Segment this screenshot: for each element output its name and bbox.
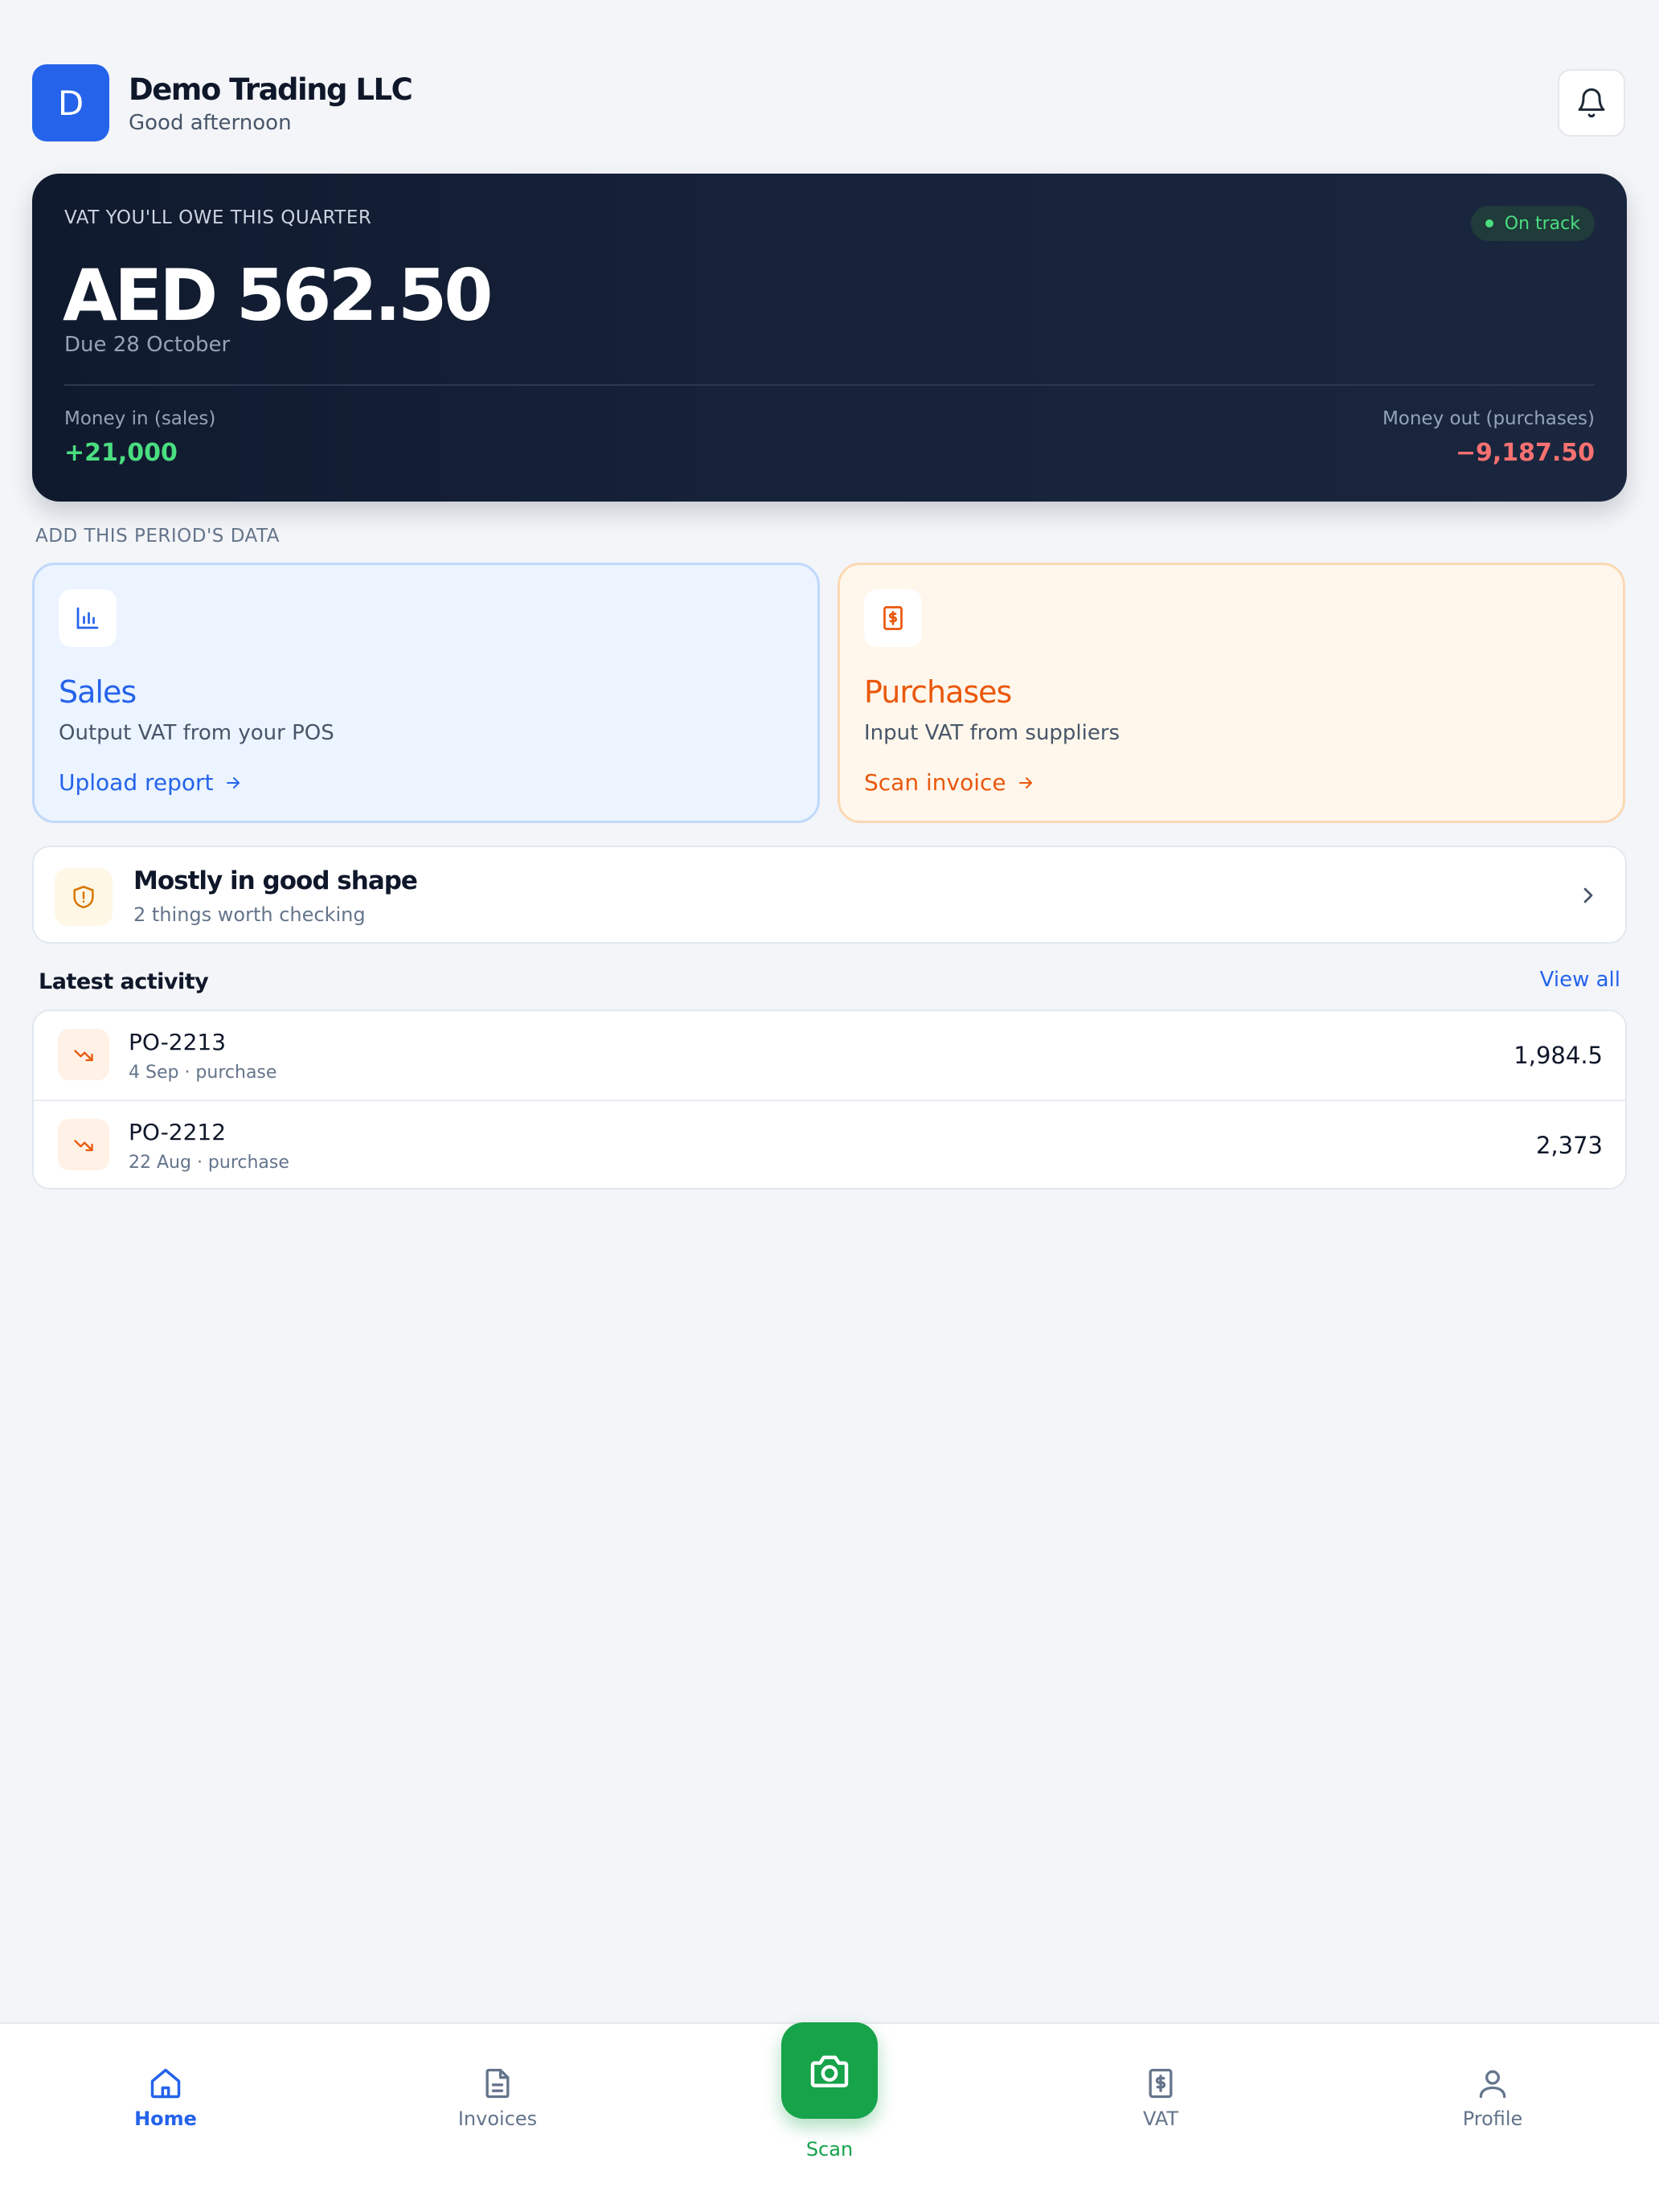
activity-list: PO-2213 4 Sep · purchase 1,984.5 PO-2212… [32,1010,1627,1190]
notifications-button[interactable] [1558,69,1625,137]
view-all-link[interactable]: View all [1540,968,1620,992]
health-check-row[interactable]: Mostly in good shape 2 things worth chec… [32,846,1627,944]
activity-id: PO-2213 [129,1029,227,1055]
vat-card-label: VAT YOU'LL OWE THIS QUARTER [64,207,372,228]
sales-subtitle: Output VAT from your POS [59,721,334,745]
receipt-icon [883,606,903,630]
money-in-label: Money in (sales) [64,408,216,429]
purchases-subtitle: Input VAT from suppliers [864,721,1120,745]
divider [64,384,1595,386]
nav-vat-label: VAT [1142,2108,1179,2130]
health-title: Mostly in good shape [133,866,418,895]
section-title-add-data: ADD THIS PERIOD'S DATA [35,526,280,547]
nav-invoices[interactable]: Invoices [417,2066,578,2130]
scan-invoice-link[interactable]: Scan invoice [864,769,1035,796]
vat-due-date: Due 28 October [64,333,231,357]
upload-report-link[interactable]: Upload report [59,769,243,796]
arrow-right-icon [226,776,240,789]
activity-meta: 4 Sep · purchase [129,1063,277,1083]
latest-activity-heading: Latest activity [39,969,209,994]
nav-vat[interactable]: VAT [1080,2066,1241,2130]
bar-chart-icon [76,607,99,629]
list-item[interactable]: PO-2213 4 Sep · purchase 1,984.5 [34,1011,1625,1100]
purchases-icon-tile [864,589,922,647]
activity-meta: 22 Aug · purchase [129,1153,289,1173]
chevron-right-icon [1583,887,1593,903]
activity-amount: 2,373 [1535,1132,1603,1159]
money-in-value: +21,000 [64,439,178,467]
nav-profile-label: Profile [1462,2108,1523,2130]
sales-icon-tile [59,589,117,647]
money-out-label: Money out (purchases) [1382,408,1595,429]
status-badge-label: On track [1504,213,1580,234]
greeting-text: Good afternoon [129,111,292,135]
trend-down-icon [74,1050,93,1062]
vat-amount: AED 562.50 [63,254,493,337]
receipt-dollar-icon [1149,2068,1173,2099]
status-badge: On track [1470,206,1595,241]
home-icon [150,2068,181,2099]
status-dot-icon [1485,219,1493,227]
nav-profile[interactable]: Profile [1412,2066,1573,2130]
trend-down-icon-tile [58,1119,109,1170]
health-icon-tile [55,868,113,926]
nav-home-label: Home [134,2108,197,2130]
activity-id: PO-2212 [129,1119,227,1145]
activity-amount: 1,984.5 [1514,1042,1603,1069]
purchases-card[interactable]: Purchases Input VAT from suppliers Scan … [838,563,1625,823]
purchases-title: Purchases [864,674,1012,710]
nav-invoices-label: Invoices [457,2108,538,2130]
bell-icon [1578,88,1605,118]
health-subtitle: 2 things worth checking [133,903,366,926]
list-item[interactable]: PO-2212 22 Aug · purchase 2,373 [34,1100,1625,1188]
scan-button[interactable] [781,2022,878,2119]
scan-label: Scan [805,2138,854,2161]
camera-icon [810,2055,849,2087]
vat-summary-card[interactable]: VAT YOU'LL OWE THIS QUARTER On track AED… [32,174,1627,502]
shield-alert-icon [73,885,94,909]
company-name: Demo Trading LLC [129,72,413,107]
arrow-right-icon [1018,776,1032,789]
scan-invoice-label: Scan invoice [864,769,1006,796]
document-icon [485,2068,510,2099]
sales-title: Sales [59,674,137,710]
nav-home[interactable]: Home [85,2066,246,2130]
sales-card[interactable]: Sales Output VAT from your POS Upload re… [32,563,820,823]
trend-down-icon [74,1140,93,1152]
money-out-value: −9,187.50 [1455,439,1595,467]
company-avatar[interactable]: D [32,64,109,141]
user-icon [1479,2070,1506,2099]
trend-down-icon-tile [58,1029,109,1080]
upload-report-label: Upload report [59,769,214,796]
